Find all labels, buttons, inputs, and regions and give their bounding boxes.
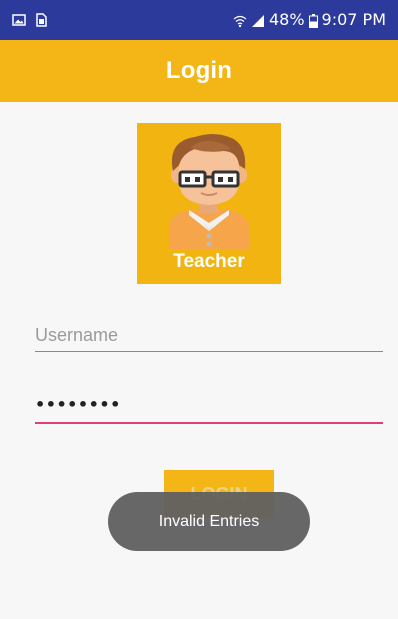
app-bar: Login [0, 40, 398, 102]
username-field[interactable]: Username [35, 316, 383, 352]
status-bar-right: 48% 9:07 PM [233, 12, 386, 28]
teacher-avatar-icon [169, 134, 249, 249]
battery-percent: 48% [268, 10, 305, 29]
login-screen: 48% 9:07 PM Login Teacher Username •••••… [0, 0, 398, 619]
teacher-label: Teacher [173, 251, 245, 272]
username-placeholder: Username [35, 325, 119, 345]
page-title: Login [165, 57, 233, 84]
image-notification-icon [12, 13, 26, 27]
status-bar-left [12, 13, 48, 27]
sim-card-icon [34, 13, 48, 27]
status-time: 9:07 PM [321, 10, 386, 29]
signal-icon [251, 13, 265, 27]
status-bar: 48% 9:07 PM [0, 0, 398, 40]
battery-icon [308, 13, 318, 28]
password-value: •••••••• [35, 395, 121, 414]
teacher-card[interactable]: Teacher [137, 123, 281, 284]
login-content: Teacher Username •••••••• LOGIN Invalid … [0, 102, 398, 619]
toast-message: Invalid Entries [108, 492, 310, 551]
wifi-icon [233, 13, 247, 28]
password-field[interactable]: •••••••• [35, 385, 383, 424]
